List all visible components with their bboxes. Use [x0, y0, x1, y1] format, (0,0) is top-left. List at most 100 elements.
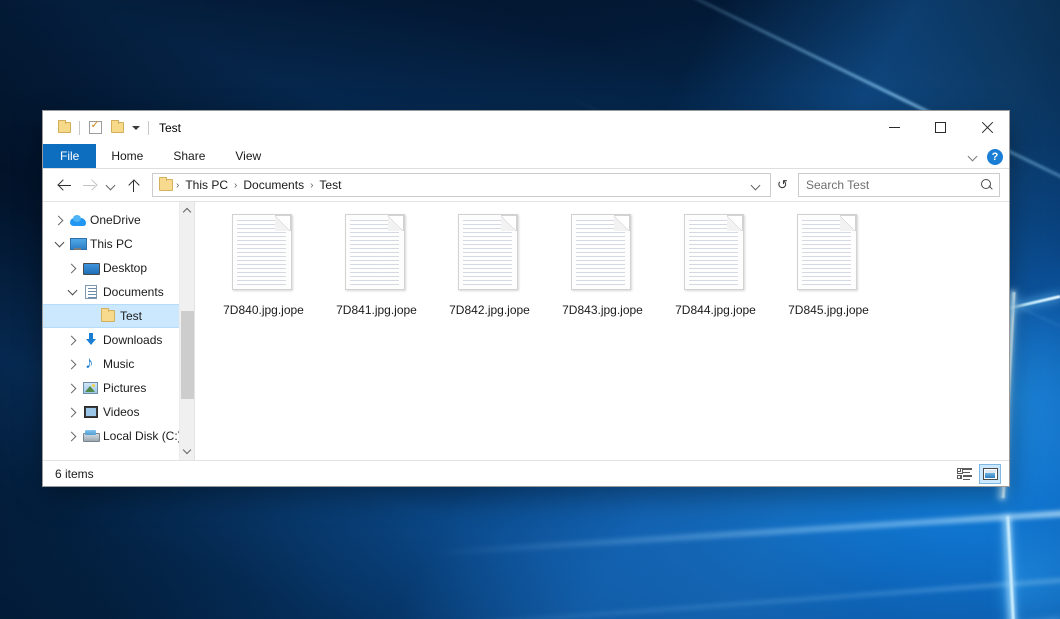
- sidebar-item-this-pc[interactable]: This PC: [43, 232, 194, 256]
- ribbon-tab-bar: File Home Share View ?: [43, 144, 1009, 169]
- file-item[interactable]: 7D845.jpg.jope: [772, 210, 885, 317]
- generic-document-icon: [232, 214, 296, 294]
- expander-icon[interactable]: [64, 424, 80, 448]
- search-placeholder: Search Test: [806, 178, 869, 192]
- file-item[interactable]: 7D842.jpg.jope: [433, 210, 546, 317]
- sidebar-item-test[interactable]: Test: [43, 304, 194, 328]
- documents-icon: [80, 284, 101, 300]
- file-list-pane[interactable]: 7D840.jpg.jope 7D841.jpg.jope 7D842.jpg.…: [195, 202, 1009, 460]
- pictures-icon: [80, 380, 101, 396]
- maximize-button[interactable]: [917, 111, 963, 144]
- file-name-label: 7D842.jpg.jope: [449, 303, 530, 317]
- scroll-down-icon[interactable]: [180, 443, 195, 460]
- help-icon[interactable]: ?: [987, 149, 1003, 165]
- close-button[interactable]: [963, 111, 1009, 144]
- file-name-label: 7D845.jpg.jope: [788, 303, 869, 317]
- sidebar-item-desktop[interactable]: Desktop: [43, 256, 194, 280]
- sidebar-item-onedrive[interactable]: OneDrive: [43, 208, 194, 232]
- view-mode-buttons: [953, 464, 1001, 484]
- window-title: Test: [159, 121, 181, 135]
- explorer-body: OneDrive This PC Desktop: [43, 201, 1009, 460]
- file-name-label: 7D840.jpg.jope: [223, 303, 304, 317]
- search-icon[interactable]: [980, 179, 993, 192]
- address-input[interactable]: › This PC › Documents › Test: [152, 173, 771, 197]
- generic-document-icon: [571, 214, 635, 294]
- folder-icon[interactable]: [53, 117, 75, 139]
- navigation-scrollbar[interactable]: [179, 202, 194, 460]
- folder-icon: [159, 179, 173, 191]
- new-folder-icon[interactable]: [106, 117, 128, 139]
- file-item[interactable]: 7D840.jpg.jope: [207, 210, 320, 317]
- disk-icon: [80, 428, 101, 444]
- navigation-tree: OneDrive This PC Desktop: [43, 202, 194, 448]
- this-pc-icon: [67, 236, 88, 252]
- scroll-up-icon[interactable]: [180, 202, 195, 219]
- tab-share[interactable]: Share: [158, 144, 220, 168]
- folder-icon: [97, 308, 118, 324]
- window-controls: [871, 111, 1009, 144]
- item-count-label: 6 items: [55, 467, 94, 481]
- generic-document-icon: [345, 214, 409, 294]
- sidebar-item-local-disk-c[interactable]: Local Disk (C:): [43, 424, 194, 448]
- file-item[interactable]: 7D841.jpg.jope: [320, 210, 433, 317]
- breadcrumb-item-documents[interactable]: Documents: [238, 174, 309, 196]
- videos-icon: [80, 404, 101, 420]
- breadcrumb-item-test[interactable]: Test: [314, 174, 346, 196]
- expander-icon[interactable]: [64, 256, 80, 280]
- sidebar-item-label: Documents: [103, 285, 164, 299]
- expander-icon[interactable]: [51, 208, 67, 232]
- sidebar-item-label: Downloads: [103, 333, 162, 347]
- refresh-icon[interactable]: ↻: [771, 174, 793, 196]
- expander-icon[interactable]: [64, 352, 80, 376]
- properties-icon[interactable]: [84, 117, 106, 139]
- up-button[interactable]: [121, 172, 146, 198]
- tab-view[interactable]: View: [220, 144, 276, 168]
- sidebar-item-pictures[interactable]: Pictures: [43, 376, 194, 400]
- sidebar-item-documents[interactable]: Documents: [43, 280, 194, 304]
- file-item[interactable]: 7D844.jpg.jope: [659, 210, 772, 317]
- generic-document-icon: [458, 214, 522, 294]
- file-name-label: 7D844.jpg.jope: [675, 303, 756, 317]
- navigation-pane: OneDrive This PC Desktop: [43, 202, 195, 460]
- details-view-icon: [957, 468, 972, 480]
- large-icons-view-icon: [983, 468, 998, 480]
- expander-icon[interactable]: [64, 400, 80, 424]
- sidebar-item-music[interactable]: Music: [43, 352, 194, 376]
- scrollbar-thumb[interactable]: [181, 311, 194, 399]
- qat-separator-2: [148, 121, 149, 135]
- status-bar: 6 items: [43, 460, 1009, 486]
- expander-icon[interactable]: [64, 280, 80, 304]
- breadcrumb: › This PC › Documents › Test: [158, 174, 745, 196]
- music-icon: [80, 356, 101, 372]
- forward-button[interactable]: [77, 172, 102, 198]
- onedrive-icon: [67, 212, 88, 228]
- sidebar-item-label: Videos: [103, 405, 139, 419]
- recent-locations-icon[interactable]: [102, 172, 121, 198]
- large-icons-view-button[interactable]: [979, 464, 1001, 484]
- generic-document-icon: [797, 214, 861, 294]
- back-button[interactable]: [52, 172, 77, 198]
- sidebar-item-videos[interactable]: Videos: [43, 400, 194, 424]
- expander-icon[interactable]: [64, 328, 80, 352]
- details-view-button[interactable]: [953, 464, 975, 484]
- sidebar-item-label: This PC: [90, 237, 133, 251]
- sidebar-item-label: Pictures: [103, 381, 146, 395]
- minimize-button[interactable]: [871, 111, 917, 144]
- chevron-down-icon[interactable]: [128, 126, 144, 130]
- breadcrumb-item-this-pc[interactable]: This PC: [180, 174, 233, 196]
- expander-icon[interactable]: [64, 376, 80, 400]
- chevron-down-icon[interactable]: [969, 152, 978, 161]
- scrollbar-track[interactable]: [180, 219, 195, 443]
- file-explorer-window: Test File Home Share View ?: [42, 110, 1010, 487]
- search-input[interactable]: Search Test: [798, 173, 1000, 197]
- tab-file[interactable]: File: [43, 144, 96, 168]
- tab-home[interactable]: Home: [96, 144, 158, 168]
- expander-icon[interactable]: [51, 232, 67, 256]
- sidebar-item-downloads[interactable]: Downloads: [43, 328, 194, 352]
- sidebar-item-label: OneDrive: [90, 213, 141, 227]
- sidebar-item-label: Desktop: [103, 261, 147, 275]
- chevron-down-icon[interactable]: [745, 174, 767, 196]
- file-item[interactable]: 7D843.jpg.jope: [546, 210, 659, 317]
- quick-access-toolbar: [53, 117, 153, 139]
- file-name-label: 7D841.jpg.jope: [336, 303, 417, 317]
